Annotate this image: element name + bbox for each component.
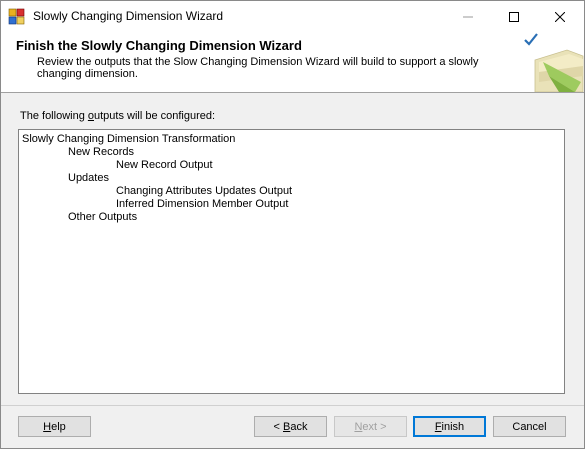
tree-node-root[interactable]: Slowly Changing Dimension Transformation (22, 133, 235, 146)
next-button[interactable]: Next > (334, 416, 407, 437)
footer-divider (1, 405, 584, 406)
close-icon (555, 11, 565, 22)
tree-node-inferred-member-output[interactable]: Inferred Dimension Member Output (116, 198, 288, 211)
tree-node-changing-attributes-output[interactable]: Changing Attributes Updates Output (116, 185, 292, 198)
tree-node-other-outputs[interactable]: Other Outputs (68, 211, 137, 224)
page-title: Finish the Slowly Changing Dimension Wiz… (16, 38, 302, 53)
window-title: Slowly Changing Dimension Wizard (33, 9, 224, 23)
back-button[interactable]: < Back (254, 416, 327, 437)
wizard-app-icon (8, 8, 26, 26)
page-description: Review the outputs that the Slow Changin… (37, 56, 479, 80)
outputs-label: The following outputs will be configured… (20, 110, 216, 122)
dimension-checkmark-graphic (519, 32, 584, 93)
maximize-button[interactable] (491, 1, 537, 32)
minimize-icon (463, 16, 473, 17)
tree-node-new-record-output[interactable]: New Record Output (116, 159, 213, 172)
finish-button[interactable]: Finish (413, 416, 486, 437)
wizard-window: Slowly Changing Dimension Wizard Finish … (0, 0, 585, 449)
title-bar[interactable]: Slowly Changing Dimension Wizard (1, 1, 584, 32)
outputs-tree[interactable]: Slowly Changing Dimension Transformation… (18, 129, 565, 394)
cancel-button[interactable]: Cancel (493, 416, 566, 437)
tree-node-updates[interactable]: Updates (68, 172, 109, 185)
minimize-button[interactable] (445, 1, 491, 32)
tree-node-new-records[interactable]: New Records (68, 146, 134, 159)
help-button[interactable]: Help (18, 416, 91, 437)
close-button[interactable] (537, 1, 583, 32)
wizard-header: Finish the Slowly Changing Dimension Wiz… (1, 32, 584, 93)
maximize-icon (509, 11, 519, 22)
